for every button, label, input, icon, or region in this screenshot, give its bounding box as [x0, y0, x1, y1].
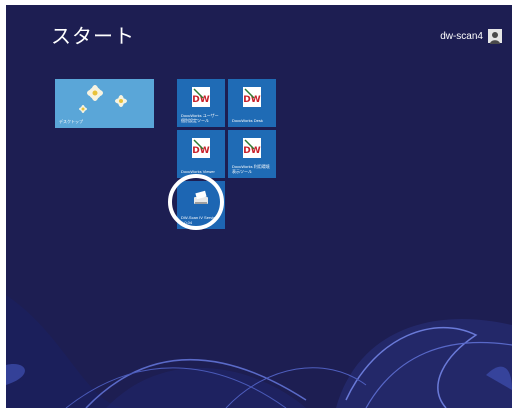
background-waves	[6, 295, 512, 408]
docuworks-icon: DW	[243, 138, 261, 158]
user-name: dw-scan4	[440, 30, 483, 42]
tile-docuworks-desk[interactable]: DW DocuWorks Desk	[228, 79, 276, 127]
tile-docuworks-user-settings[interactable]: DW DocuWorks ユーザー個別設定ツール	[177, 79, 225, 127]
tile-docuworks-viewer[interactable]: DW DocuWorks Viewer	[177, 130, 225, 178]
page-title: スタート	[51, 24, 135, 48]
tile-docuworks-environment-tool[interactable]: DW DocuWorks 利用環境表示ツール	[228, 130, 276, 178]
tile-label: DocuWorks Desk	[232, 118, 263, 123]
user-avatar-icon	[488, 29, 502, 44]
docuworks-icon: DW	[192, 87, 210, 107]
user-account[interactable]: dw-scan4	[440, 29, 502, 44]
tile-dw-scan-service[interactable]: DW-Scan IV Service 1.0.04	[177, 181, 225, 229]
tile-desktop[interactable]: デスクトップ	[55, 79, 154, 128]
start-screen: スタート dw-scan4 デスクトップ DW DocuWorks ユーザー個別…	[6, 5, 512, 408]
tile-label: DW-Scan IV Service 1.0.04	[181, 215, 218, 225]
tile-label: DocuWorks Viewer	[181, 169, 215, 174]
tile-label: DocuWorks ユーザー個別設定ツール	[181, 113, 219, 123]
tile-label: デスクトップ	[59, 119, 83, 124]
docuworks-icon: DW	[192, 138, 210, 158]
tile-label: DocuWorks 利用環境表示ツール	[232, 164, 270, 174]
docuworks-icon: DW	[243, 87, 261, 107]
scanner-icon	[194, 190, 208, 204]
